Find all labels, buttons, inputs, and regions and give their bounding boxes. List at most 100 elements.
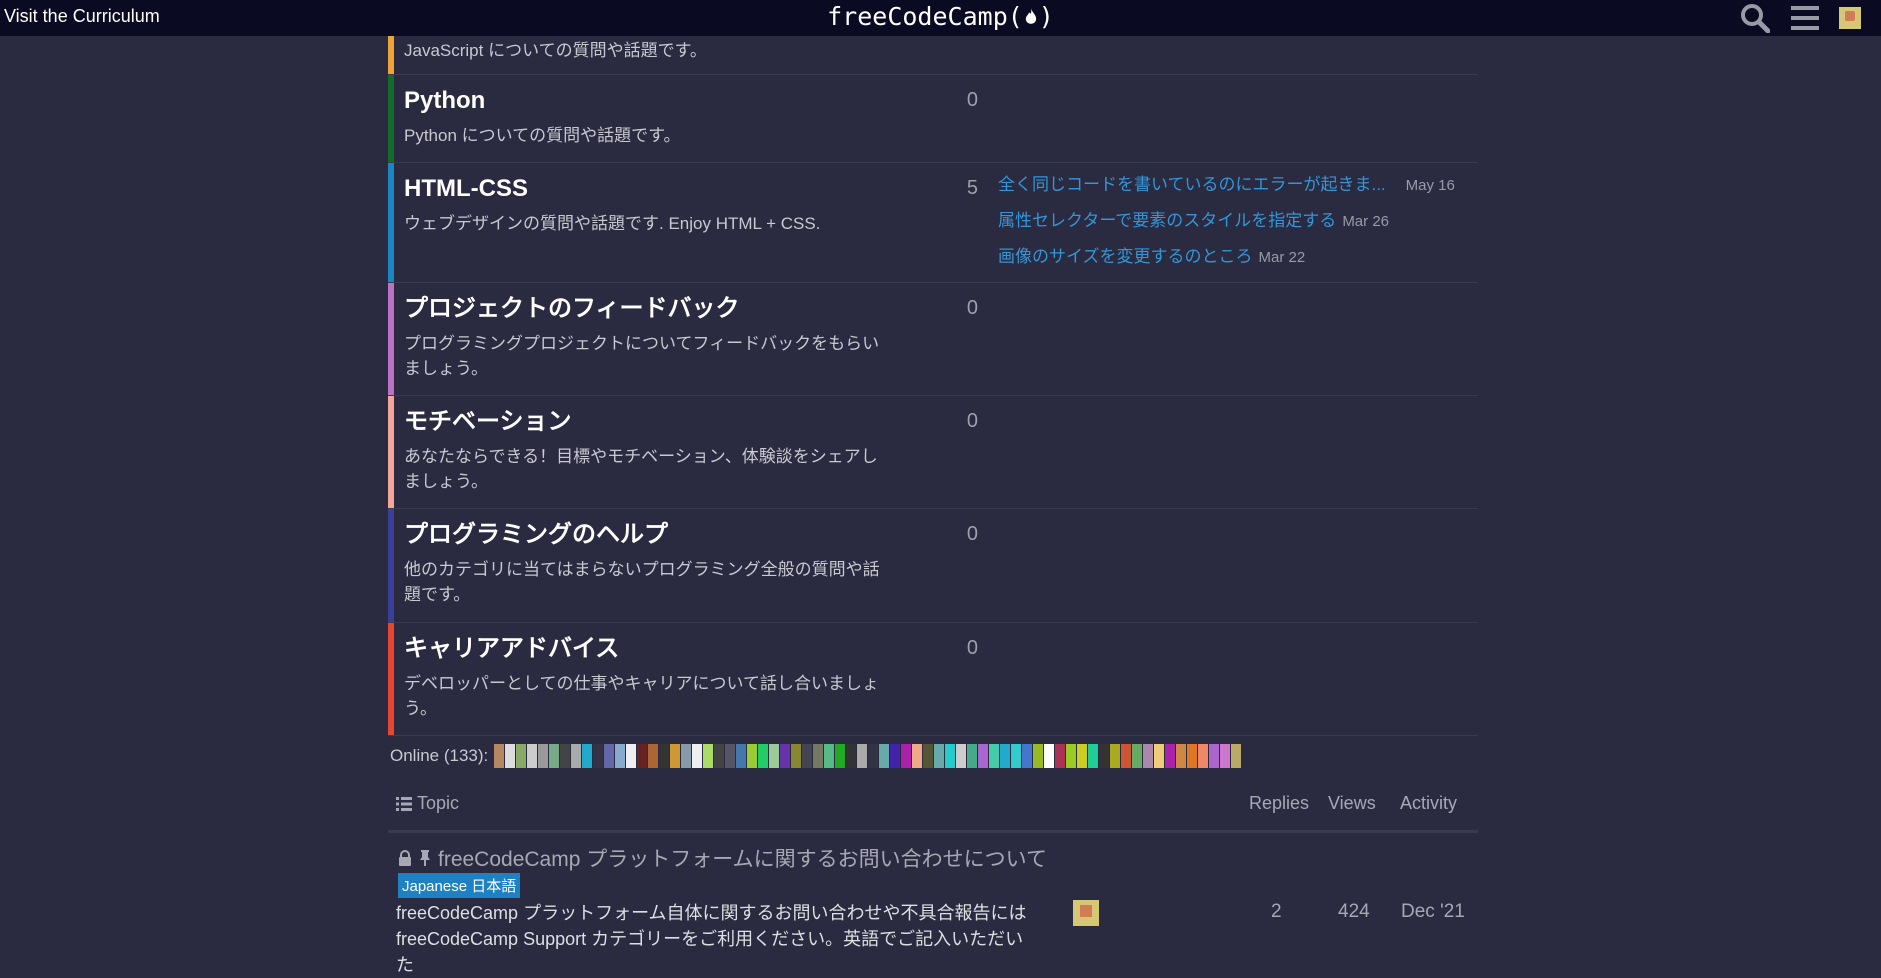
online-user-avatar[interactable] (1121, 744, 1132, 768)
online-user-avatar[interactable] (1154, 744, 1165, 768)
online-user-avatar[interactable] (802, 744, 813, 768)
online-user-avatar[interactable] (659, 744, 670, 768)
online-user-avatar[interactable] (1099, 744, 1110, 768)
category-title[interactable]: Python (404, 87, 888, 115)
category-row-motivation[interactable]: モチベーション あなたならできる！目標やモチベーション、体験談をシェアしましょう… (388, 396, 1478, 509)
category-title[interactable]: HTML-CSS (404, 175, 888, 203)
online-user-avatar[interactable] (670, 744, 681, 768)
hamburger-menu-icon[interactable] (1789, 2, 1821, 34)
online-user-avatar[interactable] (648, 744, 659, 768)
online-user-avatar[interactable] (582, 744, 593, 768)
topic-column-header[interactable]: Topic (396, 793, 459, 814)
online-user-avatar[interactable] (1231, 744, 1242, 768)
online-user-avatar[interactable] (736, 744, 747, 768)
online-user-avatar[interactable] (1044, 744, 1055, 768)
online-user-avatar[interactable] (912, 744, 923, 768)
online-user-avatar[interactable] (923, 744, 934, 768)
poster-avatar[interactable] (1073, 900, 1099, 926)
category-tag-japanese[interactable]: Japanese 日本語 (398, 873, 521, 898)
online-user-avatar[interactable] (692, 744, 703, 768)
online-user-avatar[interactable] (901, 744, 912, 768)
online-user-avatar[interactable] (1110, 744, 1121, 768)
user-avatar[interactable] (1839, 7, 1861, 29)
online-user-avatar[interactable] (1165, 744, 1176, 768)
online-user-avatar[interactable] (934, 744, 945, 768)
online-user-avatar[interactable] (989, 744, 1000, 768)
category-row-html-css[interactable]: HTML-CSS ウェブデザインの質問や話題です. Enjoy HTML + C… (388, 163, 1478, 283)
online-user-avatar[interactable] (747, 744, 758, 768)
online-user-avatar[interactable] (538, 744, 549, 768)
online-user-avatar[interactable] (1132, 744, 1143, 768)
online-user-avatar[interactable] (604, 744, 615, 768)
online-user-avatar[interactable] (1055, 744, 1066, 768)
online-user-avatar[interactable] (890, 744, 901, 768)
online-user-avatar[interactable] (846, 744, 857, 768)
latest-topic-item[interactable]: 画像のサイズを変更するのところ Mar 22 (998, 239, 1478, 275)
online-user-avatar[interactable] (1022, 744, 1033, 768)
online-user-avatar[interactable] (824, 744, 835, 768)
online-user-avatar[interactable] (758, 744, 769, 768)
topic-title-link[interactable]: freeCodeCamp プラットフォームに関するお問い合わせについて (398, 843, 1047, 873)
online-user-avatar[interactable] (714, 744, 725, 768)
online-user-avatar[interactable] (967, 744, 978, 768)
online-user-avatar[interactable] (505, 744, 516, 768)
category-row-python[interactable]: Python Python についての質問や話題です。 0 (388, 75, 1478, 163)
online-user-avatar[interactable] (1198, 744, 1209, 768)
latest-topic-link[interactable]: 全く同じコードを書いているのにエラーが起きま... (998, 175, 1386, 194)
online-user-avatar[interactable] (956, 744, 967, 768)
online-user-avatar[interactable] (1187, 744, 1198, 768)
online-user-avatar[interactable] (813, 744, 824, 768)
category-title[interactable]: キャリアアドバイス (404, 635, 888, 663)
online-user-avatar[interactable] (780, 744, 791, 768)
online-user-avatar[interactable] (835, 744, 846, 768)
online-user-avatar[interactable] (725, 744, 736, 768)
category-title[interactable]: プログラミングのヘルプ (404, 521, 888, 549)
online-user-avatar[interactable] (703, 744, 714, 768)
online-user-avatar[interactable] (1077, 744, 1088, 768)
online-user-avatar[interactable] (945, 744, 956, 768)
activity-date[interactable]: Dec '21 (1401, 901, 1465, 923)
online-user-avatar[interactable] (527, 744, 538, 768)
category-row-javascript[interactable]: JavaScript についての質問や話題です。 (388, 36, 1478, 75)
online-user-avatar[interactable] (626, 744, 637, 768)
category-title[interactable]: プロジェクトのフィードバック (404, 295, 888, 323)
online-user-avatar[interactable] (1176, 744, 1187, 768)
latest-topic-item[interactable]: 属性セレクターで要素のスタイルを指定する Mar 26 (998, 203, 1478, 239)
category-row-programming-help[interactable]: プログラミングのヘルプ 他のカテゴリに当てはまらないプログラミング全般の質問や話… (388, 509, 1478, 623)
online-user-avatar[interactable] (615, 744, 626, 768)
online-user-avatar[interactable] (868, 744, 879, 768)
online-user-avatar[interactable] (637, 744, 648, 768)
online-user-avatar[interactable] (571, 744, 582, 768)
category-title[interactable]: モチベーション (404, 408, 888, 436)
online-user-avatar[interactable] (549, 744, 560, 768)
views-column-header[interactable]: Views (1328, 793, 1376, 814)
online-user-avatar[interactable] (1011, 744, 1022, 768)
latest-topic-item[interactable]: 全く同じコードを書いているのにエラーが起きま... May 16 (998, 167, 1478, 203)
online-user-avatar[interactable] (1066, 744, 1077, 768)
online-user-avatar[interactable] (1220, 744, 1231, 768)
online-user-avatar[interactable] (593, 744, 604, 768)
online-user-avatar[interactable] (560, 744, 571, 768)
online-user-avatar[interactable] (791, 744, 802, 768)
visit-curriculum-button[interactable]: Visit the Curriculum (4, 6, 160, 27)
online-user-avatar[interactable] (494, 744, 505, 768)
online-user-avatar[interactable] (879, 744, 890, 768)
category-row-career-advice[interactable]: キャリアアドバイス デベロッパーとしての仕事やキャリアについて話し合いましょう。… (388, 623, 1478, 736)
online-user-avatar[interactable] (857, 744, 868, 768)
online-user-avatar[interactable] (516, 744, 527, 768)
activity-column-header[interactable]: Activity (1400, 793, 1457, 814)
online-user-avatar[interactable] (1033, 744, 1044, 768)
search-icon[interactable] (1739, 2, 1771, 34)
category-row-project-feedback[interactable]: プロジェクトのフィードバック プログラミングプロジェクトについてフィードバックを… (388, 283, 1478, 396)
latest-topic-link[interactable]: 属性セレクターで要素のスタイルを指定する (998, 211, 1336, 230)
online-user-avatar[interactable] (978, 744, 989, 768)
online-user-avatar[interactable] (681, 744, 692, 768)
online-user-avatar[interactable] (1143, 744, 1154, 768)
logo-text[interactable]: freeCodeCamp() (827, 2, 1054, 31)
online-user-avatar[interactable] (1209, 744, 1220, 768)
online-user-avatar[interactable] (769, 744, 780, 768)
latest-topic-link[interactable]: 画像のサイズを変更するのところ (998, 247, 1253, 266)
online-user-avatar[interactable] (1000, 744, 1011, 768)
online-user-avatar[interactable] (1088, 744, 1099, 768)
replies-column-header[interactable]: Replies (1249, 793, 1309, 814)
